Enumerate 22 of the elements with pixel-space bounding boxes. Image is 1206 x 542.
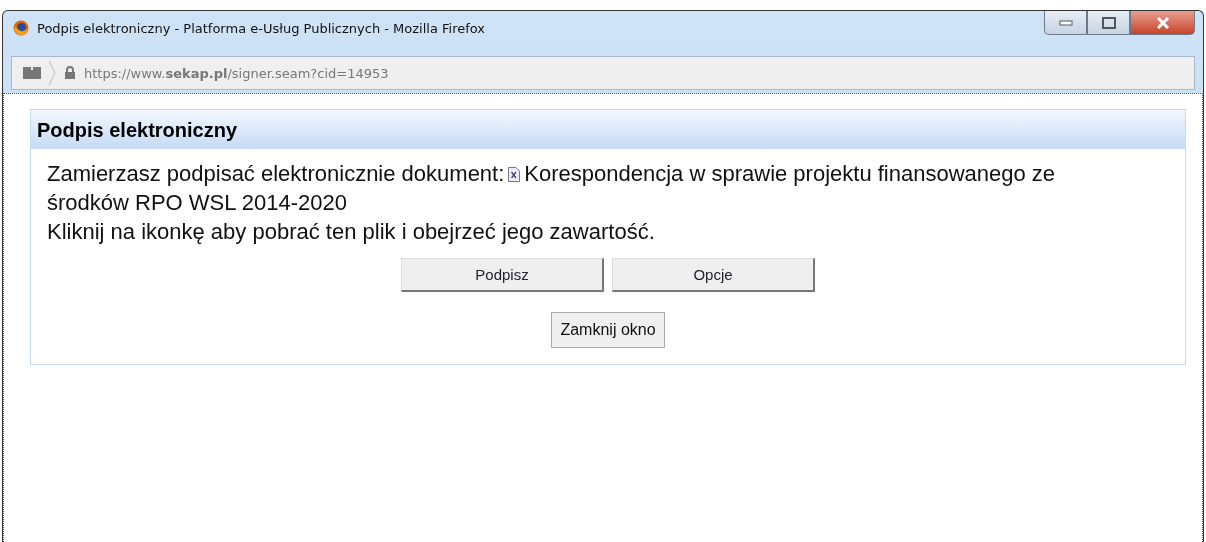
maximize-icon [1101, 16, 1116, 29]
close-window-button[interactable]: Zamknij okno [551, 312, 665, 348]
minimize-icon [1058, 19, 1073, 26]
url-text: https://www.sekap.pl/signer.seam?cid=14953 [84, 65, 389, 81]
close-button[interactable] [1130, 11, 1195, 35]
maximize-button[interactable] [1087, 11, 1130, 35]
document-icon[interactable] [508, 167, 521, 182]
chevron-icon [48, 61, 56, 85]
minimize-button[interactable] [1044, 11, 1087, 35]
action-button[interactable]: Opcje [612, 258, 815, 292]
panel-title: Podpis elektroniczny [37, 119, 238, 141]
page-icon [22, 66, 44, 80]
message-text: Zamierzasz podpisać elektronicznie dokument: [47, 161, 505, 186]
browser-logo-icon [13, 20, 29, 36]
close-icon [1155, 16, 1170, 29]
action-button[interactable]: Podpisz [401, 258, 604, 292]
hint-text: Kliknij na ikonkę aby pobrać ten plik i obejrzeć jego zawartość. [47, 218, 656, 246]
window-title: Podpis elektroniczny - Platforma e-Usług Publicznych - Mozilla Firefox [37, 20, 486, 36]
lock-icon [64, 66, 76, 80]
document-name: Korespondencja w sprawie projektu finansowanego ze [524, 161, 1056, 186]
address-bar[interactable]: https://www.sekap.pl/signer.seam?cid=14953 [11, 56, 1195, 90]
document-name: środków RPO WSL 2014-2020 [47, 190, 347, 215]
